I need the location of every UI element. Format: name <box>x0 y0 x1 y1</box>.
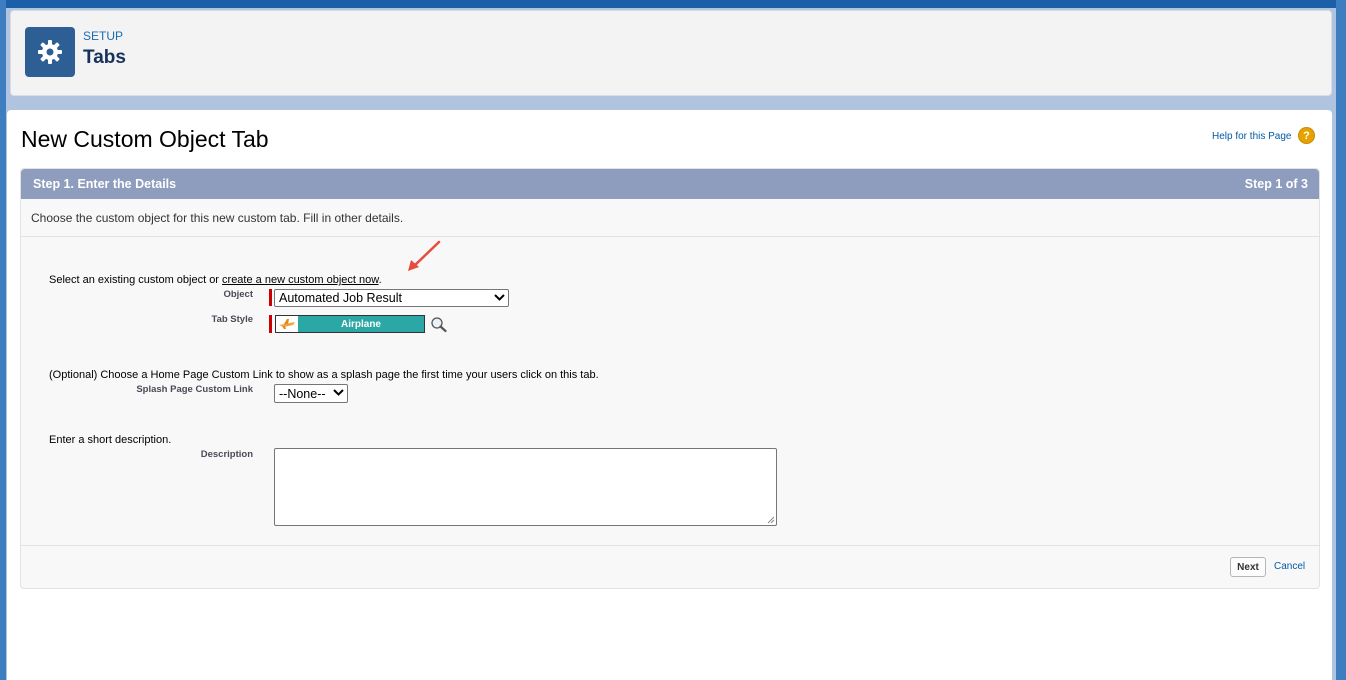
chevron-down-icon <box>492 293 506 304</box>
description-label: Description <box>200 449 253 460</box>
intro-text: Choose the custom object for this new cu… <box>31 211 404 225</box>
step-indicator: Step 1 of 3 <box>1244 177 1308 191</box>
header-title: Tabs <box>83 47 126 68</box>
splash-label: Splash Page Custom Link <box>136 384 253 395</box>
window-top-border <box>0 0 1346 8</box>
section-intro: Choose the custom object for this new cu… <box>21 199 1319 237</box>
object-select[interactable]: Automated Job Result <box>274 289 509 307</box>
airplane-icon <box>276 316 298 332</box>
setup-header: SETUP Tabs <box>10 10 1332 96</box>
object-label: Object <box>223 289 253 300</box>
red-arrow-annotation <box>408 240 441 271</box>
footer-divider <box>21 545 1319 546</box>
description-textarea[interactable] <box>274 448 777 526</box>
required-indicator <box>269 315 272 333</box>
help-link[interactable]: Help for this Page <box>1212 131 1292 142</box>
breadcrumb-setup[interactable]: SETUP <box>83 29 123 43</box>
required-indicator <box>269 289 272 306</box>
tab-style-name: Airplane <box>298 316 424 332</box>
object-prompt-period: . <box>378 274 382 286</box>
window-left-border <box>0 0 6 680</box>
next-button[interactable]: Next <box>1230 557 1266 577</box>
magnifier-icon[interactable] <box>430 316 448 333</box>
description-prompt: Enter a short description. <box>49 434 172 446</box>
object-prompt: Select an existing custom object or crea… <box>49 274 382 286</box>
create-custom-object-link[interactable]: create a new custom object now <box>222 274 379 286</box>
tab-style-label: Tab Style <box>211 314 253 325</box>
chevron-down-icon <box>331 388 345 399</box>
cancel-link[interactable]: Cancel <box>1274 561 1305 572</box>
step-section: Step 1. Enter the Details Step 1 of 3 Ch… <box>20 168 1320 589</box>
splash-select-value: --None-- <box>279 386 326 401</box>
tab-style-selector[interactable]: Airplane <box>275 315 425 333</box>
main-content: New Custom Object Tab Help for this Page… <box>7 110 1332 680</box>
question-icon[interactable]: ? <box>1298 127 1315 144</box>
resize-grip-icon[interactable] <box>767 516 775 524</box>
splash-prompt: (Optional) Choose a Home Page Custom Lin… <box>49 369 599 381</box>
page-title: New Custom Object Tab <box>21 126 269 152</box>
splash-link-select[interactable]: --None-- <box>274 384 348 403</box>
section-header: Step 1. Enter the Details Step 1 of 3 <box>21 169 1319 199</box>
object-select-value: Automated Job Result <box>279 291 402 305</box>
object-prompt-text: Select an existing custom object or <box>49 274 223 286</box>
window-right-border <box>1336 0 1346 680</box>
section-title: Step 1. Enter the Details <box>33 177 177 191</box>
gear-icon <box>25 27 75 77</box>
